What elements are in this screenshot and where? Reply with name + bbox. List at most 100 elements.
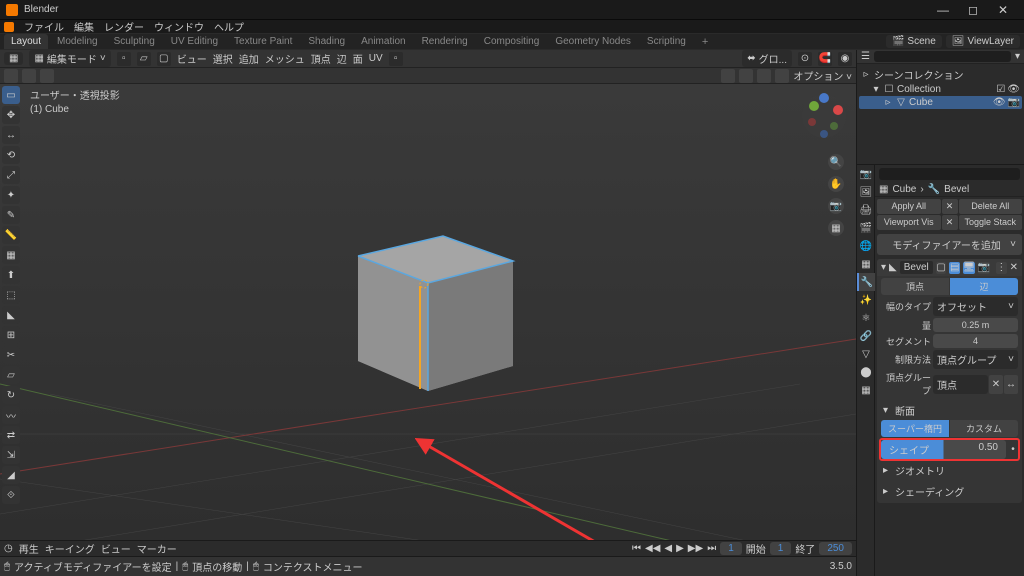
tab-compositing[interactable]: Compositing [477, 34, 547, 49]
close-button[interactable]: ✕ [988, 3, 1018, 17]
tab-scripting[interactable]: Scripting [640, 34, 693, 49]
vp-menu-add[interactable]: 追加 [239, 51, 259, 66]
tool-cursor[interactable]: ✥ [2, 106, 20, 124]
collection-row[interactable]: ▾ ☐ Collection ☑👁 [859, 83, 1022, 96]
menu-file[interactable]: ファイル [24, 19, 64, 34]
render-icon[interactable]: 📷 [978, 262, 990, 274]
menu-render[interactable]: レンダー [104, 19, 144, 34]
start-frame[interactable]: 1 [770, 542, 792, 555]
options-dropdown[interactable]: オプション ˅ [793, 68, 852, 83]
chevron-down-icon[interactable]: ▾ [881, 262, 886, 273]
tool-smooth[interactable]: 〰 [2, 406, 20, 424]
camera-icon[interactable]: 📷 [828, 198, 844, 214]
apply-all-button[interactable]: Apply All [877, 199, 941, 214]
eye-icon[interactable]: 👁 [993, 97, 1006, 108]
add-modifier-button[interactable]: モディファイアーを追加˅ [877, 234, 1022, 255]
ptab-data[interactable]: ▽ [857, 345, 875, 363]
limit-dropdown[interactable]: 頂点グループ˅ [933, 350, 1018, 369]
cage-icon[interactable]: ▢ [936, 262, 947, 274]
vp-menu-edge[interactable]: 辺 [337, 51, 347, 66]
ptab-physics[interactable]: ⚛ [857, 309, 875, 327]
profile-super[interactable]: スーパー楕円 [881, 420, 949, 437]
tl-menu-view[interactable]: ビュー [101, 541, 131, 556]
profile-custom[interactable]: カスタム [950, 420, 1018, 437]
anim-dot-icon[interactable]: • [1008, 444, 1018, 455]
tab-rendering[interactable]: Rendering [415, 34, 475, 49]
prev-key-icon[interactable]: ◀◀ [645, 543, 660, 554]
tool-rotate[interactable]: ⟲ [2, 146, 20, 164]
tool-polybuild[interactable]: ▱ [2, 366, 20, 384]
affect-edge[interactable]: 辺 [950, 278, 1018, 295]
tool-select[interactable]: ▭ [2, 86, 20, 104]
vp-menu-vertex[interactable]: 頂点 [311, 51, 331, 66]
tool-move[interactable]: ↔ [2, 126, 20, 144]
geometry-section-toggle[interactable]: ▸ ジオメトリ [881, 461, 1018, 480]
props-search[interactable] [879, 168, 1020, 180]
vp-menu-mesh[interactable]: メッシュ [265, 51, 305, 66]
vgroup-invert-icon[interactable]: ↔ [1004, 375, 1018, 394]
bc-bevel[interactable]: Bevel [944, 184, 969, 195]
vp-menu-face[interactable]: 面 [353, 51, 363, 66]
tool-annotate[interactable]: ✎ [2, 206, 20, 224]
close-icon[interactable]: ✕ [942, 199, 958, 214]
pan-icon[interactable]: ✋ [828, 176, 844, 192]
tab-sculpting[interactable]: Sculpting [107, 34, 162, 49]
cube-row[interactable]: ▹ ▽ Cube 👁📷 [859, 96, 1022, 109]
play-rev-icon[interactable]: ◀ [664, 543, 672, 554]
filter-icon[interactable]: ▾ [1015, 51, 1020, 62]
vp-menu-view[interactable]: ビュー [177, 51, 207, 66]
profile-section-toggle[interactable]: ▾ 断面 [881, 401, 1018, 420]
tl-menu-keying[interactable]: キーイング [45, 541, 95, 556]
scene-collection-row[interactable]: ▹ シーンコレクション [859, 66, 1022, 83]
gizmo-toggle-icon[interactable] [4, 69, 18, 83]
close-icon[interactable]: ✕ [942, 215, 958, 230]
shading-matprev-icon[interactable] [757, 69, 771, 83]
ptab-texture[interactable]: ▦ [857, 381, 875, 399]
menu-help[interactable]: ヘルプ [214, 19, 244, 34]
shading-solid-icon[interactable] [739, 69, 753, 83]
width-type-dropdown[interactable]: オフセット˅ [933, 297, 1018, 316]
toggle-stack-button[interactable]: Toggle Stack [959, 215, 1023, 230]
tl-editor-icon[interactable]: ◷ [4, 543, 13, 554]
tab-texture[interactable]: Texture Paint [227, 34, 299, 49]
tab-geonodes[interactable]: Geometry Nodes [548, 34, 638, 49]
tool-edgeslide[interactable]: ⇄ [2, 426, 20, 444]
vert-select-icon[interactable]: ▫ [117, 52, 131, 66]
current-frame[interactable]: 1 [720, 542, 742, 555]
tool-bevel[interactable]: ◣ [2, 306, 20, 324]
outliner-editor-icon[interactable]: ☰ [861, 51, 870, 62]
tab-shading[interactable]: Shading [301, 34, 352, 49]
delete-modifier-icon[interactable]: ✕ [1010, 262, 1018, 273]
menu-edit[interactable]: 編集 [74, 19, 94, 34]
tool-spin[interactable]: ↻ [2, 386, 20, 404]
tl-menu-play[interactable]: 再生 [19, 541, 39, 556]
end-frame[interactable]: 250 [819, 542, 852, 555]
tl-menu-marker[interactable]: マーカー [137, 541, 177, 556]
amount-field[interactable]: 0.25 m [933, 318, 1018, 332]
vgroup-clear-icon[interactable]: ✕ [989, 375, 1003, 394]
snap-icon[interactable]: 🧲 [818, 52, 832, 66]
tool-measure[interactable]: 📏 [2, 226, 20, 244]
segments-field[interactable]: 4 [933, 334, 1018, 348]
vp-menu-select[interactable]: 選択 [213, 51, 233, 66]
mode-selector[interactable]: ▦ 編集モード ˅ [29, 50, 110, 67]
add-workspace-button[interactable]: + [695, 34, 715, 50]
next-key-icon[interactable]: ▶▶ [688, 543, 703, 554]
disable-icon[interactable]: 📷 [1008, 97, 1020, 108]
nav-gizmo[interactable] [800, 92, 848, 140]
tab-uv[interactable]: UV Editing [164, 34, 225, 49]
outliner-search[interactable] [874, 51, 1011, 62]
orientation-selector[interactable]: ⬌ グロ... [742, 50, 792, 67]
exclude-icon[interactable]: ☑ [996, 84, 1005, 95]
tool-knife[interactable]: ✂ [2, 346, 20, 364]
tool-loopcut[interactable]: ⊞ [2, 326, 20, 344]
viewlayer-selector[interactable]: 🖼 ViewLayer [946, 35, 1020, 48]
realtime-icon[interactable]: 🖥 [963, 262, 975, 274]
face-select-icon[interactable]: ▢ [157, 52, 171, 66]
ptab-output[interactable]: 🖼 [857, 183, 875, 201]
viewport-vis-button[interactable]: Viewport Vis [877, 215, 941, 230]
delete-all-button[interactable]: Delete All [959, 199, 1023, 214]
scene-selector[interactable]: 🎬 Scene [886, 35, 942, 48]
vp-menu-uv[interactable]: UV [369, 53, 383, 64]
pivot-icon[interactable]: ⊙ [798, 52, 812, 66]
